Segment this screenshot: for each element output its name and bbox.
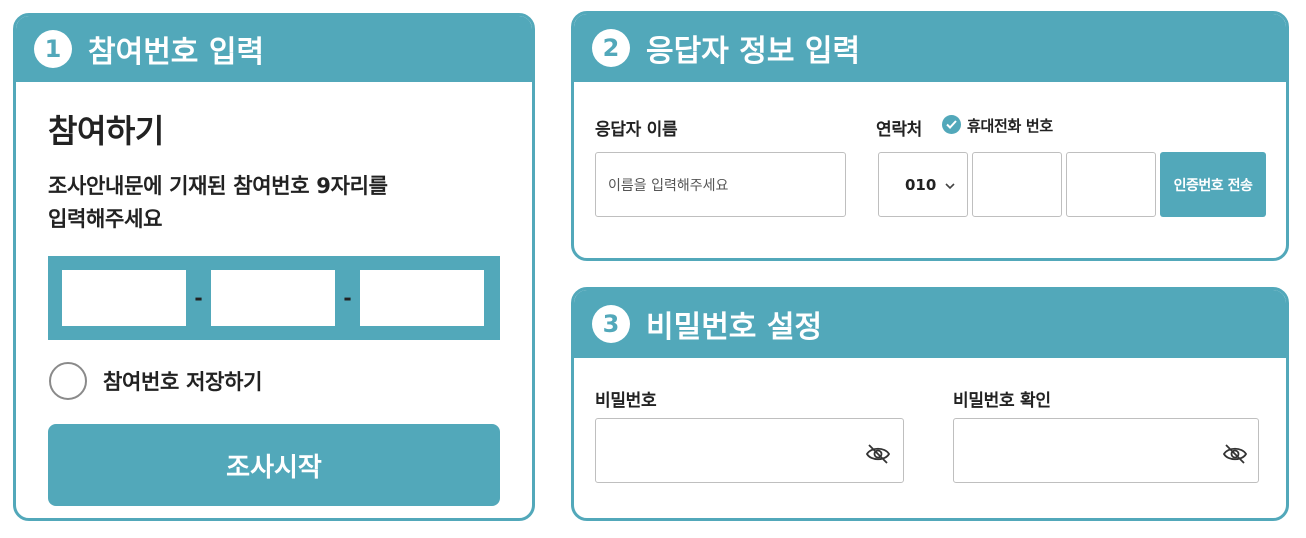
join-description-line2: 입력해주세요 xyxy=(48,207,163,231)
password-confirm-input[interactable] xyxy=(953,418,1259,483)
check-circle-icon xyxy=(942,115,961,134)
password-label: 비밀번호 xyxy=(595,391,657,411)
step-number-1: 1 xyxy=(34,30,72,68)
eye-off-icon[interactable] xyxy=(1222,443,1248,465)
save-code-label[interactable]: 참여번호 저장하기 xyxy=(103,366,262,396)
contact-label: 연락처 xyxy=(876,120,923,140)
phone-last-input[interactable] xyxy=(1066,152,1156,217)
respondent-info-title: 응답자 정보 입력 xyxy=(646,34,861,69)
eye-off-icon[interactable] xyxy=(865,443,891,465)
participation-card: 1 참여번호 입력 참여하기 조사안내문에 기재된 참여번호 9자리를 입력해주… xyxy=(13,13,535,521)
send-auth-code-button[interactable]: 인증번호 전송 xyxy=(1160,152,1266,217)
step-number-3: 3 xyxy=(592,305,630,343)
code-input-1[interactable] xyxy=(62,270,186,326)
join-description-line1: 조사안내문에 기재된 참여번호 9자리를 xyxy=(48,174,388,198)
password-header: 3 비밀번호 설정 xyxy=(574,290,1286,358)
contact-type-label: 휴대전화 번호 xyxy=(967,117,1053,135)
code-separator: - xyxy=(343,286,352,310)
join-description: 조사안내문에 기재된 참여번호 9자리를 입력해주세요 xyxy=(48,170,500,236)
code-input-3[interactable] xyxy=(360,270,484,326)
name-input[interactable]: 이름을 입력해주세요 xyxy=(595,152,846,217)
name-label: 응답자 이름 xyxy=(595,120,678,140)
save-code-row[interactable]: 참여번호 저장하기 xyxy=(48,362,500,400)
phone-prefix-select[interactable]: 010 xyxy=(878,152,968,217)
password-confirm-label: 비밀번호 확인 xyxy=(953,391,1051,411)
save-code-radio[interactable] xyxy=(49,362,87,400)
password-card: 3 비밀번호 설정 비밀번호 비밀번호 확인 xyxy=(571,287,1289,521)
code-separator: - xyxy=(194,286,203,310)
chevron-down-icon xyxy=(945,176,955,194)
phone-middle-input[interactable] xyxy=(972,152,1062,217)
join-heading: 참여하기 xyxy=(48,112,164,150)
participation-title: 참여번호 입력 xyxy=(88,35,265,70)
step-number-2: 2 xyxy=(592,29,630,67)
respondent-info-card: 2 응답자 정보 입력 응답자 이름 이름을 입력해주세요 연락처 휴대전화 번… xyxy=(571,11,1289,261)
participation-code-group: - - xyxy=(48,256,500,340)
password-title: 비밀번호 설정 xyxy=(646,310,823,345)
phone-prefix-value: 010 xyxy=(905,175,937,194)
password-input[interactable] xyxy=(595,418,904,483)
start-survey-button[interactable]: 조사시작 xyxy=(48,424,500,506)
code-input-2[interactable] xyxy=(211,270,335,326)
respondent-info-header: 2 응답자 정보 입력 xyxy=(574,14,1286,82)
participation-header: 1 참여번호 입력 xyxy=(16,16,532,82)
